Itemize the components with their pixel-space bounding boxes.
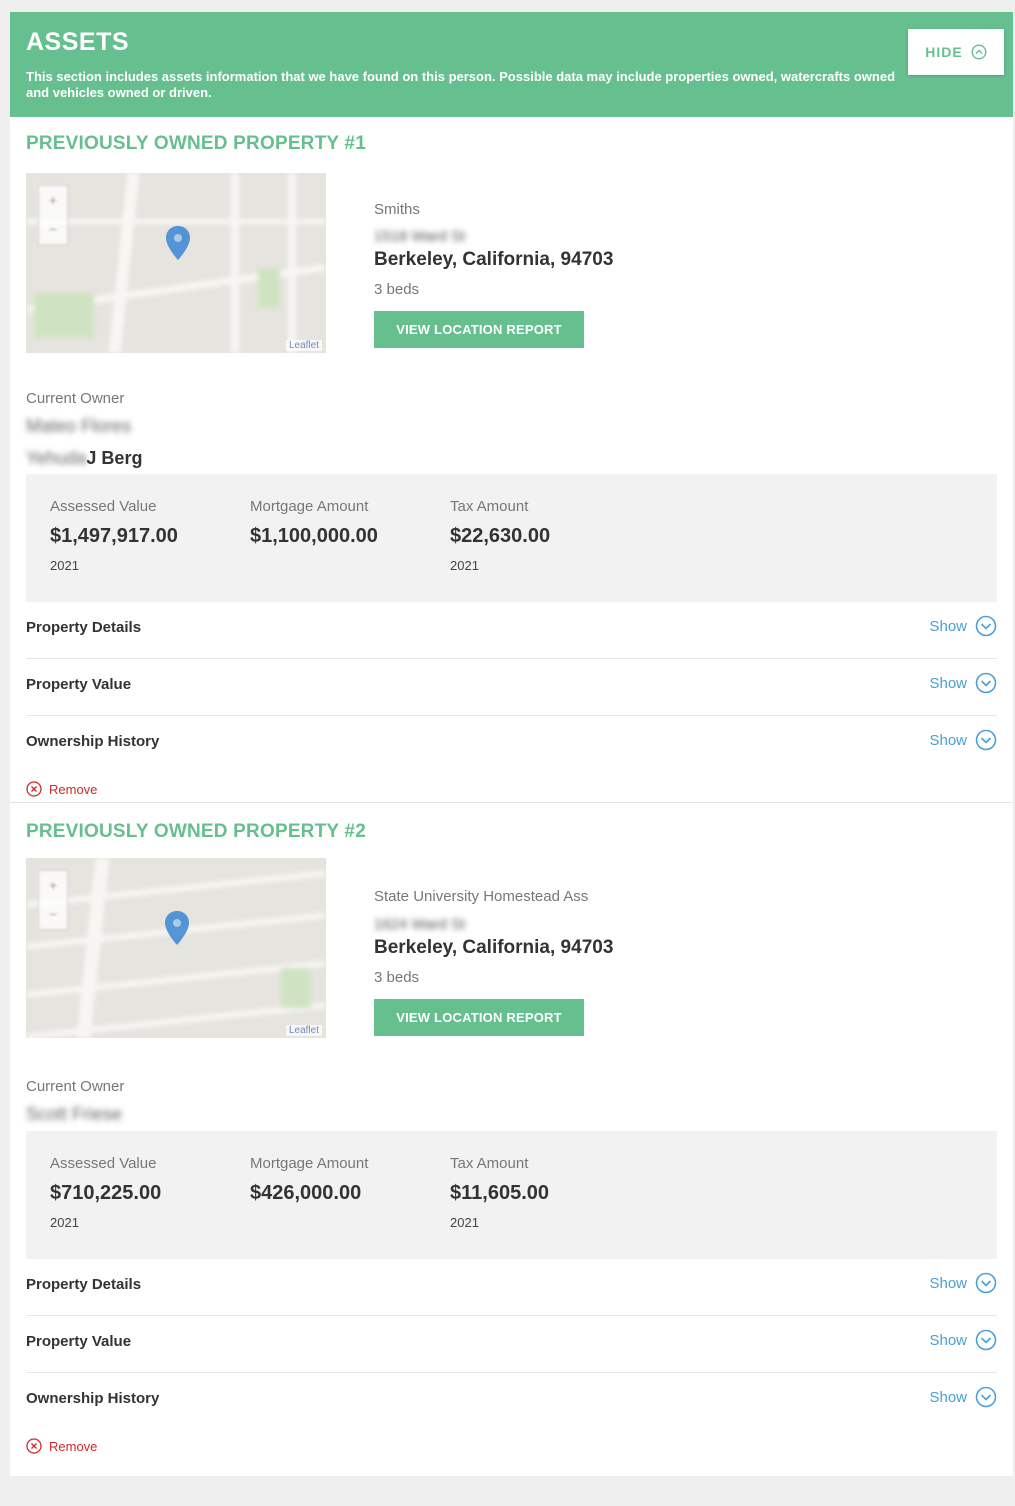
chevron-up-circle-icon <box>971 44 987 60</box>
street-address-redacted: 1624 Ward St <box>374 916 466 933</box>
value-label: Assessed Value <box>50 1155 157 1172</box>
section-description: This section includes assets information… <box>26 69 896 100</box>
tax-amount: Tax Amount $11,605.00 2021 <box>450 1155 549 1230</box>
x-circle-icon <box>26 781 42 797</box>
values-summary: Assessed Value $1,497,917.00 2021 Mortga… <box>26 474 997 602</box>
show-toggle[interactable]: Show <box>929 615 997 637</box>
accordion-label: Property Details <box>26 1276 142 1293</box>
value-amount: $11,605.00 <box>450 1182 549 1204</box>
section-title: ASSETS <box>26 28 130 56</box>
remove-label: Remove <box>49 1438 98 1454</box>
assessed-value: Assessed Value $710,225.00 2021 <box>50 1155 161 1230</box>
show-toggle[interactable]: Show <box>929 729 997 751</box>
property-title: PREVIOUSLY OWNED PROPERTY #2 <box>26 821 366 842</box>
city-state-zip: Berkeley, California, 94703 <box>374 249 614 270</box>
map-zoom-control[interactable]: + − <box>38 185 68 245</box>
beds-count: 3 beds <box>374 281 420 298</box>
show-toggle[interactable]: Show <box>929 1386 997 1408</box>
property-map[interactable]: + − Leaflet <box>26 858 326 1038</box>
owner-name-redacted: Scott Friese <box>26 1104 123 1124</box>
value-label: Mortgage Amount <box>250 498 369 515</box>
hide-button[interactable]: HIDE <box>908 29 1004 75</box>
section-divider <box>10 802 1013 803</box>
value-amount: $1,100,000.00 <box>250 525 378 547</box>
mortgage-amount: Mortgage Amount $426,000.00 <box>250 1155 368 1215</box>
accordion-label: Property Value <box>26 676 132 693</box>
accordion-label: Property Value <box>26 1333 132 1350</box>
remove-label: Remove <box>49 781 98 797</box>
assessed-value: Assessed Value $1,497,917.00 2021 <box>50 498 178 573</box>
show-label: Show <box>929 1388 967 1406</box>
value-year: 2021 <box>50 1215 79 1230</box>
show-label: Show <box>929 1331 967 1349</box>
current-owner-label: Current Owner <box>26 390 125 407</box>
value-amount: $710,225.00 <box>50 1182 162 1204</box>
chevron-down-circle-icon <box>975 672 997 694</box>
remove-button[interactable]: Remove <box>26 781 97 797</box>
accordion-ownership-history[interactable]: Ownership History Show <box>26 716 997 773</box>
city-state-zip: Berkeley, California, 94703 <box>374 937 614 958</box>
show-toggle[interactable]: Show <box>929 1272 997 1294</box>
map-zoom-control[interactable]: + − <box>38 870 68 930</box>
owner-name: YehudaJ Berg <box>26 448 142 469</box>
view-location-report-button[interactable]: VIEW LOCATION REPORT <box>374 999 584 1036</box>
hide-label: HIDE <box>925 44 963 60</box>
value-label: Mortgage Amount <box>250 1155 369 1172</box>
value-amount: $1,497,917.00 <box>50 525 178 547</box>
mortgage-amount: Mortgage Amount $1,100,000.00 <box>250 498 378 558</box>
street-address-redacted: 1518 Ward St <box>374 228 466 245</box>
value-year: 2021 <box>450 558 479 573</box>
owner-company: Smiths <box>374 201 420 218</box>
show-label: Show <box>929 674 967 692</box>
map-attribution[interactable]: Leaflet <box>285 1025 322 1036</box>
show-toggle[interactable]: Show <box>929 672 997 694</box>
accordion-ownership-history[interactable]: Ownership History Show <box>26 1373 997 1430</box>
accordion-property-value[interactable]: Property Value Show <box>26 659 997 716</box>
map-pin-icon <box>166 226 190 260</box>
value-amount: $22,630.00 <box>450 525 551 547</box>
remove-button[interactable]: Remove <box>26 1438 97 1454</box>
value-label: Tax Amount <box>450 498 529 515</box>
property-map[interactable]: + − Leaflet <box>26 173 326 353</box>
assets-panel: ASSETS This section includes assets info… <box>10 12 1013 1476</box>
show-label: Show <box>929 617 967 635</box>
show-toggle[interactable]: Show <box>929 1329 997 1351</box>
owner-name: Scott Friese <box>26 1104 122 1125</box>
value-year: 2021 <box>450 1215 479 1230</box>
owner-name-visible: J Berg <box>86 448 143 468</box>
chevron-down-circle-icon <box>975 1329 997 1351</box>
assets-header: ASSETS This section includes assets info… <box>10 12 1013 117</box>
value-amount: $426,000.00 <box>250 1182 362 1204</box>
chevron-down-circle-icon <box>975 615 997 637</box>
accordion-property-value[interactable]: Property Value Show <box>26 1316 997 1373</box>
show-label: Show <box>929 731 967 749</box>
view-location-report-button[interactable]: VIEW LOCATION REPORT <box>374 311 584 348</box>
accordion-label: Property Details <box>26 619 142 636</box>
accordion-label: Ownership History <box>26 733 160 750</box>
map-pin-icon <box>165 911 189 945</box>
value-label: Tax Amount <box>450 1155 529 1172</box>
owner-name-redacted: Mateo Flores <box>26 416 132 436</box>
value-label: Assessed Value <box>50 498 157 515</box>
owner-company: State University Homestead Ass <box>374 888 589 905</box>
chevron-down-circle-icon <box>975 1386 997 1408</box>
tax-amount: Tax Amount $22,630.00 2021 <box>450 498 550 573</box>
owner-name-redacted: Yehuda <box>26 448 87 468</box>
accordion-property-details[interactable]: Property Details Show <box>26 602 997 659</box>
map-attribution[interactable]: Leaflet <box>285 340 322 351</box>
beds-count: 3 beds <box>374 969 420 986</box>
show-label: Show <box>929 1274 967 1292</box>
current-owner-label: Current Owner <box>26 1078 125 1095</box>
x-circle-icon <box>26 1438 42 1454</box>
value-year: 2021 <box>50 558 79 573</box>
accordion-label: Ownership History <box>26 1390 160 1407</box>
accordion-property-details[interactable]: Property Details Show <box>26 1259 997 1316</box>
owner-name: Mateo Flores <box>26 416 131 437</box>
chevron-down-circle-icon <box>975 729 997 751</box>
values-summary: Assessed Value $710,225.00 2021 Mortgage… <box>26 1131 997 1259</box>
chevron-down-circle-icon <box>975 1272 997 1294</box>
property-title: PREVIOUSLY OWNED PROPERTY #1 <box>26 133 366 154</box>
